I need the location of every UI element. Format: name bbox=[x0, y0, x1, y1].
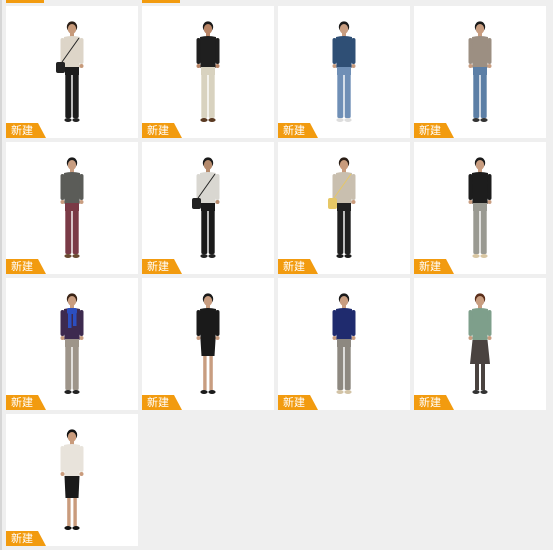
model-card[interactable]: 新建 bbox=[414, 6, 546, 138]
person-figure bbox=[60, 157, 84, 258]
person-thumbnail bbox=[52, 154, 92, 266]
person-thumbnail bbox=[188, 18, 228, 130]
new-badge: 新建 bbox=[142, 259, 182, 274]
model-thumbnail-grid: 新建 新建 新建 新建 新建 新建 新建 新建 新建 新建 新建 新建 新建 bbox=[0, 0, 553, 550]
model-card[interactable]: 新建 bbox=[414, 142, 546, 274]
new-badge: 新建 bbox=[142, 395, 182, 410]
new-badge: 新建 bbox=[414, 395, 454, 410]
person-figure bbox=[468, 21, 492, 122]
model-card[interactable]: 新建 bbox=[142, 6, 274, 138]
new-badge: 新建 bbox=[414, 259, 454, 274]
new-badge: 新建 bbox=[278, 123, 318, 138]
person-thumbnail bbox=[460, 290, 500, 402]
person-figure bbox=[196, 293, 220, 394]
person-thumbnail bbox=[188, 154, 228, 266]
new-badge: 新建 bbox=[278, 395, 318, 410]
new-badge: 新建 bbox=[414, 123, 454, 138]
model-card[interactable]: 新建 bbox=[414, 278, 546, 410]
person-thumbnail bbox=[324, 290, 364, 402]
person-thumbnail bbox=[188, 290, 228, 402]
person-thumbnail bbox=[460, 154, 500, 266]
model-card[interactable]: 新建 bbox=[6, 142, 138, 274]
new-badge: 新建 bbox=[6, 123, 46, 138]
model-card[interactable]: 新建 bbox=[6, 6, 138, 138]
new-badge: 新建 bbox=[6, 259, 46, 274]
model-card[interactable]: 新建 bbox=[6, 278, 138, 410]
person-figure bbox=[196, 21, 220, 122]
person-figure bbox=[328, 157, 356, 258]
person-figure bbox=[56, 21, 84, 122]
person-thumbnail bbox=[52, 290, 92, 402]
person-figure bbox=[468, 157, 492, 258]
person-figure bbox=[332, 21, 356, 122]
model-card[interactable]: 新建 bbox=[278, 6, 410, 138]
person-figure bbox=[60, 293, 84, 394]
person-thumbnail bbox=[460, 18, 500, 130]
person-thumbnail bbox=[324, 18, 364, 130]
new-badge: 新建 bbox=[278, 259, 318, 274]
model-card[interactable]: 新建 bbox=[142, 142, 274, 274]
person-figure bbox=[60, 429, 84, 530]
person-figure bbox=[468, 293, 492, 394]
model-card[interactable]: 新建 bbox=[278, 278, 410, 410]
model-card[interactable]: 新建 bbox=[142, 278, 274, 410]
new-badge: 新建 bbox=[142, 123, 182, 138]
new-badge: 新建 bbox=[6, 395, 46, 410]
person-figure bbox=[192, 157, 220, 258]
model-card[interactable]: 新建 bbox=[6, 414, 138, 546]
model-card[interactable]: 新建 bbox=[278, 142, 410, 274]
person-thumbnail bbox=[52, 426, 92, 538]
new-badge: 新建 bbox=[6, 531, 46, 546]
person-thumbnail bbox=[324, 154, 364, 266]
person-figure bbox=[332, 293, 356, 394]
person-thumbnail bbox=[52, 18, 92, 130]
